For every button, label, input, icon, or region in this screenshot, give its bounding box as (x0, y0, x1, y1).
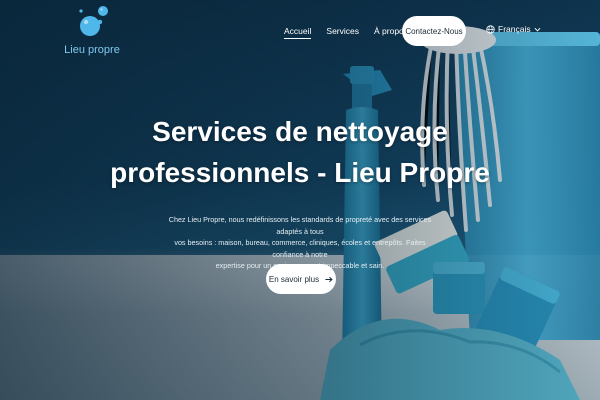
hero-description-line-1: Chez Lieu Propre, nous redéfinissons les… (168, 215, 432, 236)
hero-section: Lieu propre Accueil Services À propos Co… (0, 0, 600, 400)
language-selector[interactable]: Français (486, 24, 541, 34)
hero-title-line-1: Services de nettoyage (152, 116, 448, 147)
hero-dark-overlay (0, 0, 600, 400)
hero-title: Services de nettoyage professionnels - L… (100, 112, 500, 193)
brand-name: Lieu propre (64, 44, 120, 56)
hero-description-line-2: vos besoins : maison, bureau, commerce, … (174, 238, 426, 259)
language-label: Français (498, 24, 531, 34)
learn-more-label: En savoir plus (268, 274, 320, 284)
bubbles-logo-icon (79, 6, 108, 36)
brand-logo[interactable]: Lieu propre (62, 4, 122, 56)
nav-link-services[interactable]: Services (326, 26, 359, 39)
learn-more-button[interactable]: En savoir plus (266, 264, 336, 294)
chevron-down-icon (534, 27, 541, 31)
nav-link-accueil[interactable]: Accueil (284, 26, 312, 39)
globe-icon (486, 24, 495, 34)
hero-title-line-2: professionnels - Lieu Propre (110, 156, 490, 188)
contact-button[interactable]: Contactez-Nous (402, 16, 466, 46)
main-navigation: Accueil Services À propos (284, 26, 408, 39)
hero-description: Chez Lieu Propre, nous redéfinissons les… (160, 214, 440, 272)
arrow-right-icon (325, 276, 333, 282)
